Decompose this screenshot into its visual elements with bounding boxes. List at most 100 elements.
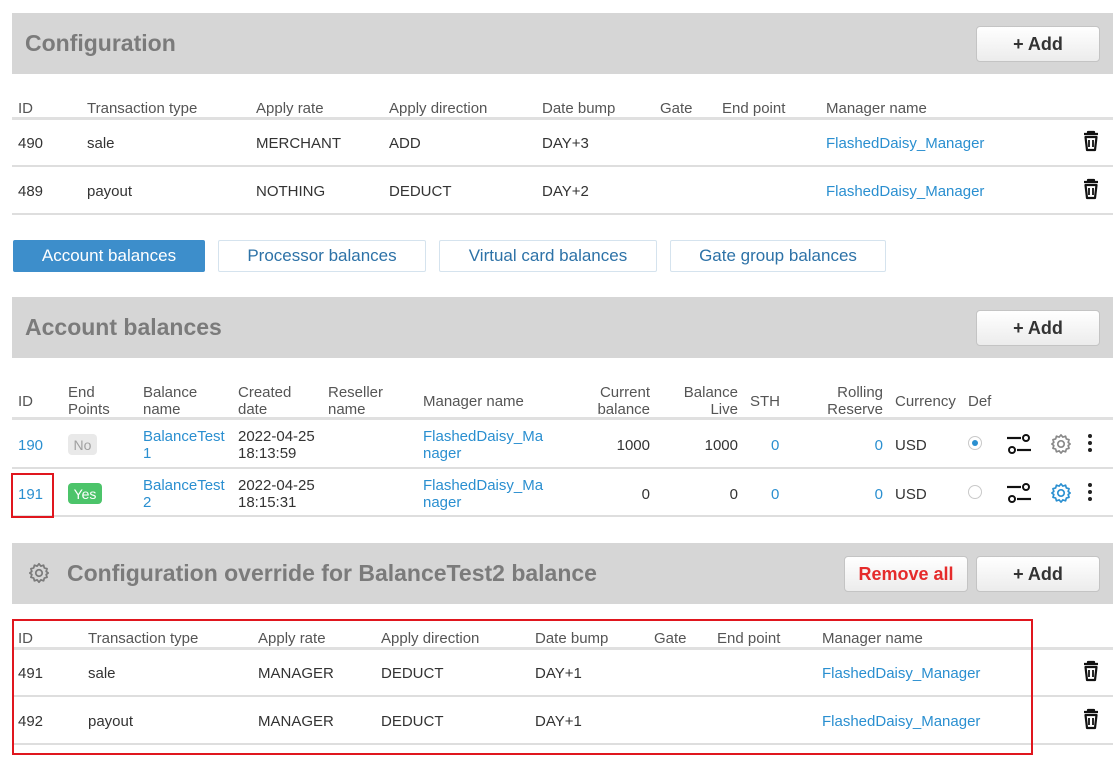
configuration-add-button[interactable]: + Add — [976, 26, 1100, 62]
sliders-icon[interactable] — [1006, 433, 1032, 455]
col-end-points: End Points — [68, 384, 110, 418]
balance-live: 1000 — [704, 437, 738, 454]
row-transaction-type: payout — [87, 183, 133, 200]
remove-all-button[interactable]: Remove all — [844, 556, 968, 592]
col-def: Def — [968, 393, 992, 410]
configuration-title: Configuration — [25, 30, 176, 56]
col-currency: Currency — [895, 393, 956, 410]
balance-name-link[interactable]: BalanceTest 2 — [143, 477, 225, 511]
created-date: 2022-04-25 18:15:31 — [238, 477, 315, 511]
sliders-icon[interactable] — [1006, 482, 1032, 504]
col-balance-name-line1: Balance — [143, 384, 198, 401]
col-balance-live: Balance Live — [684, 384, 738, 418]
col-sth: STH — [750, 393, 780, 410]
override-title: Configuration override for BalanceTest2 … — [67, 560, 597, 586]
account-balances-title: Account balances — [25, 314, 222, 340]
divider — [12, 515, 1113, 517]
row-manager-link[interactable]: FlashedDaisy_Manager — [826, 135, 984, 152]
created-date-line1: 2022-04-25 — [238, 428, 315, 445]
col-created-date-line2: date — [238, 401, 268, 418]
balance-id-link[interactable]: 190 — [18, 437, 43, 454]
divider — [12, 467, 1113, 469]
endpoints-badge: Yes — [68, 483, 102, 504]
col-balance-name: Balance name — [143, 384, 197, 418]
col-manager-name: Manager name — [423, 393, 524, 410]
col-id: ID — [18, 100, 33, 117]
col-rolling-reserve: Rolling Reserve — [827, 384, 883, 418]
override-add-button[interactable]: + Add — [976, 556, 1100, 592]
currency: USD — [895, 486, 927, 503]
created-date-line1: 2022-04-25 — [238, 477, 315, 494]
col-end-points-line2: Points — [68, 401, 110, 418]
col-manager-name: Manager name — [826, 100, 927, 117]
col-balance-name-line2: name — [143, 401, 181, 418]
gear-icon[interactable] — [1050, 482, 1072, 504]
delete-icon[interactable] — [1081, 178, 1101, 200]
col-balance-live-line2: Live — [710, 401, 738, 418]
default-radio[interactable] — [968, 485, 982, 499]
col-date-bump: Date bump — [542, 100, 616, 117]
highlight-box — [12, 619, 1033, 755]
sth-link[interactable]: 0 — [771, 486, 779, 503]
tab-gate-group-balances[interactable]: Gate group balances — [670, 240, 886, 272]
col-created-date: Created date — [238, 384, 291, 418]
rolling-reserve-link[interactable]: 0 — [875, 437, 883, 454]
divider — [12, 165, 1113, 167]
default-radio[interactable] — [968, 436, 982, 450]
account-balances-add-button[interactable]: + Add — [976, 310, 1100, 346]
col-current-balance-line1: Current — [599, 384, 650, 401]
col-reseller-name: Reseller name — [328, 384, 383, 418]
col-transaction-type: Transaction type — [87, 100, 198, 117]
manager-link-line1: FlashedDaisy_Ma — [423, 428, 544, 445]
tab-processor-balances[interactable]: Processor balances — [218, 240, 426, 272]
current-balance: 1000 — [616, 437, 650, 454]
col-rolling-reserve-line2: Reserve — [827, 401, 883, 418]
account-balances-header: Account balances + Add — [12, 297, 1113, 358]
manager-link-line2: nager — [423, 445, 462, 462]
delete-icon[interactable] — [1081, 130, 1101, 152]
row-apply-rate: MERCHANT — [256, 135, 341, 152]
balance-name-line1: BalanceTest — [143, 428, 225, 445]
divider — [12, 213, 1113, 215]
balance-name-line2: 2 — [143, 494, 152, 511]
tab-virtual-card-balances[interactable]: Virtual card balances — [439, 240, 657, 272]
highlight-box — [11, 473, 54, 518]
tab-account-balances[interactable]: Account balances — [13, 240, 205, 272]
balance-live: 0 — [729, 486, 738, 503]
manager-link[interactable]: FlashedDaisy_Ma nager — [423, 428, 543, 462]
row-id: 490 — [18, 135, 44, 152]
col-reseller-name-line2: name — [328, 401, 366, 418]
row-id: 489 — [18, 183, 44, 200]
col-rolling-reserve-line1: Rolling — [837, 384, 883, 401]
manager-link[interactable]: FlashedDaisy_Ma nager — [423, 477, 543, 511]
created-date: 2022-04-25 18:13:59 — [238, 428, 315, 462]
row-apply-direction: DEDUCT — [389, 183, 452, 200]
row-apply-direction: ADD — [389, 135, 421, 152]
delete-icon[interactable] — [1081, 660, 1101, 682]
row-date-bump: DAY+3 — [542, 135, 589, 152]
manager-link-line1: FlashedDaisy_Ma — [423, 477, 544, 494]
gear-icon — [28, 562, 50, 584]
endpoints-badge: No — [68, 434, 97, 455]
col-reseller-name-line1: Reseller — [328, 384, 384, 401]
row-transaction-type: sale — [87, 135, 115, 152]
divider — [12, 117, 1113, 120]
currency: USD — [895, 437, 927, 454]
gear-icon[interactable] — [1050, 433, 1072, 455]
sth-link[interactable]: 0 — [771, 437, 779, 454]
more-icon[interactable] — [1086, 482, 1094, 502]
balance-name-line2: 1 — [143, 445, 152, 462]
col-end-points-line1: End — [68, 384, 95, 401]
row-manager-link[interactable]: FlashedDaisy_Manager — [826, 183, 984, 200]
manager-link-line2: nager — [423, 494, 462, 511]
delete-icon[interactable] — [1081, 708, 1101, 730]
created-date-line2: 18:15:31 — [238, 494, 297, 511]
more-icon[interactable] — [1086, 433, 1094, 453]
col-gate: Gate — [660, 100, 693, 117]
divider — [12, 417, 1113, 420]
row-date-bump: DAY+2 — [542, 183, 589, 200]
col-apply-direction: Apply direction — [389, 100, 488, 117]
created-date-line2: 18:13:59 — [238, 445, 297, 462]
balance-name-link[interactable]: BalanceTest 1 — [143, 428, 225, 462]
rolling-reserve-link[interactable]: 0 — [875, 486, 883, 503]
